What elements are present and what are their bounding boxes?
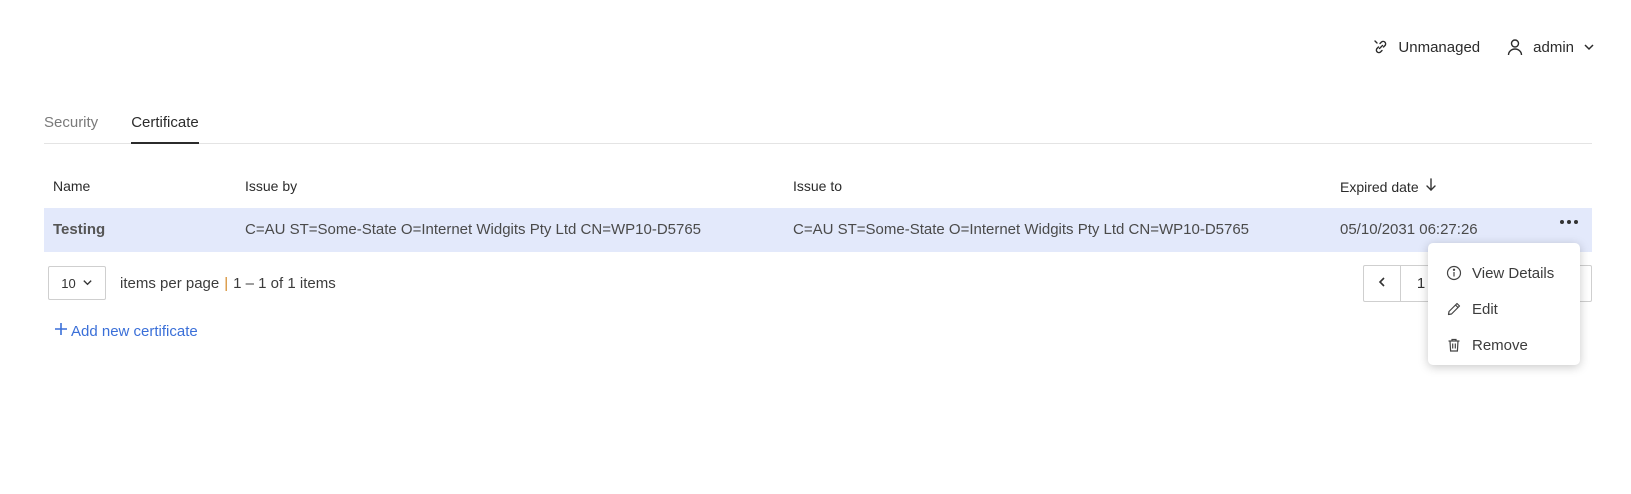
cell-expired-date: 05/10/2031 06:27:26 xyxy=(1340,221,1478,238)
plus-icon xyxy=(54,322,68,340)
pager-separator: | xyxy=(224,274,229,292)
items-range: 1 – 1 of 1 items xyxy=(233,274,336,292)
more-actions-button[interactable] xyxy=(1560,220,1578,224)
menu-item-label: View Details xyxy=(1472,264,1555,282)
chevron-down-icon xyxy=(1583,41,1595,53)
more-dot xyxy=(1574,220,1578,224)
row-context-menu: View Details Edit Remove xyxy=(1428,243,1580,365)
column-header-issue-by[interactable]: Issue by xyxy=(245,178,297,194)
menu-item-label: Remove xyxy=(1472,336,1528,354)
chevron-left-icon xyxy=(1376,275,1388,293)
link-broken-icon xyxy=(1373,39,1389,55)
menu-item-edit[interactable]: Edit xyxy=(1428,291,1580,327)
page-size-select[interactable]: 10 xyxy=(48,266,106,300)
page-size-value: 10 xyxy=(61,275,76,291)
add-certificate-label: Add new certificate xyxy=(71,322,198,340)
menu-item-label: Edit xyxy=(1472,300,1498,318)
cell-issue-by: C=AU ST=Some-State O=Internet Widgits Pt… xyxy=(245,221,702,238)
unmanaged-status[interactable]: Unmanaged xyxy=(1373,39,1480,56)
column-header-name[interactable]: Name xyxy=(53,178,90,194)
pencil-icon xyxy=(1446,301,1462,317)
user-icon xyxy=(1506,38,1524,56)
items-per-page-label: items per page xyxy=(120,274,220,292)
column-header-issue-to[interactable]: Issue to xyxy=(793,178,842,194)
more-dot xyxy=(1560,220,1564,224)
cell-name: Testing xyxy=(53,221,106,238)
tab-security[interactable]: Security xyxy=(44,114,98,144)
user-name: admin xyxy=(1533,38,1574,56)
pagination-info: 10 items per page | 1 – 1 of 1 items xyxy=(48,266,336,300)
more-dot xyxy=(1567,220,1571,224)
tab-bar: Security Certificate xyxy=(44,114,1592,144)
user-menu[interactable]: admin xyxy=(1506,38,1595,56)
trash-icon xyxy=(1446,337,1462,353)
previous-page-button[interactable] xyxy=(1364,266,1401,301)
cell-issue-to: C=AU ST=Some-State O=Internet Widgits Pt… xyxy=(793,221,1250,238)
sort-arrow-down-icon xyxy=(1425,178,1437,195)
menu-item-view-details[interactable]: View Details xyxy=(1428,255,1580,291)
certificate-table: Name Issue by Issue to Expired date Test… xyxy=(44,172,1592,252)
info-icon xyxy=(1446,265,1462,281)
column-header-expired-date[interactable]: Expired date xyxy=(1340,178,1437,195)
chevron-down-icon xyxy=(82,276,93,291)
menu-item-remove[interactable]: Remove xyxy=(1428,327,1580,363)
unmanaged-label: Unmanaged xyxy=(1398,38,1481,56)
add-certificate-link[interactable]: Add new certificate xyxy=(54,322,198,340)
table-header: Name Issue by Issue to Expired date xyxy=(44,172,1592,208)
table-row[interactable]: Testing C=AU ST=Some-State O=Internet Wi… xyxy=(44,208,1592,252)
tab-certificate[interactable]: Certificate xyxy=(131,114,199,144)
top-bar: Unmanaged admin xyxy=(1373,38,1595,56)
